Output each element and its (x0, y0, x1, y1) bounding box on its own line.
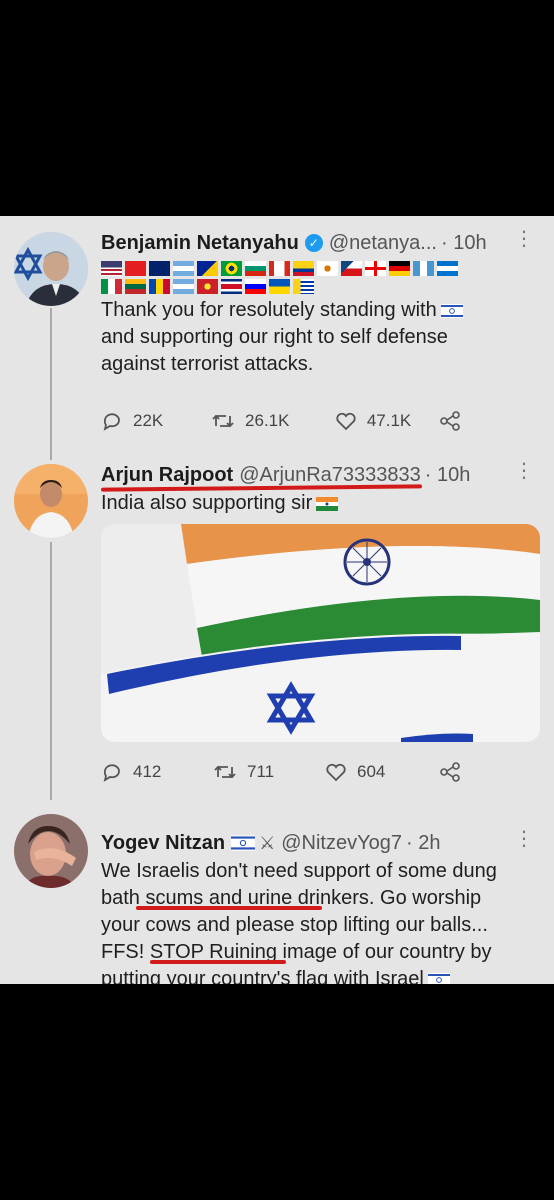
verified-icon: ✓ (304, 234, 323, 252)
avatar-photo (14, 814, 88, 888)
flag-emoji-mk (197, 279, 218, 294)
flags-row-1 (101, 261, 538, 276)
avatar[interactable] (14, 232, 88, 306)
reply-count: 22K (133, 411, 164, 430)
heart-icon (326, 763, 346, 782)
more-icon[interactable]: ⋮ (514, 460, 534, 482)
more-icon[interactable]: ⋮ (514, 228, 534, 250)
flags-row-2 (101, 279, 538, 294)
flag-emoji-ar (173, 279, 194, 294)
share-icon (440, 411, 460, 431)
tweet-media-image[interactable] (101, 524, 540, 742)
flag-emoji-us (101, 261, 122, 276)
like-button[interactable]: 47.1K (335, 410, 439, 432)
israel-flag-emoji (427, 972, 450, 984)
share-button[interactable] (439, 761, 471, 783)
like-count: 47.1K (366, 411, 412, 430)
flag-emoji-ge (365, 261, 386, 276)
tweet-text: We Israelis don't need support of some d… (101, 858, 538, 984)
tweet-header: Benjamin Netanyahu ✓ @netanya... · 10h (101, 228, 538, 258)
flag-emoji-md (149, 279, 170, 294)
tweet-actions: 412 711 604 (101, 758, 471, 786)
israel-flag-emoji (231, 835, 256, 851)
swords-icon: ⚔ (259, 833, 276, 853)
like-count: 604 (357, 762, 386, 781)
reply-icon (103, 413, 120, 431)
flag-emoji-au (149, 261, 170, 276)
flag-emoji-cr (221, 279, 242, 294)
india-israel-flags-image (101, 524, 540, 742)
flag-emoji-ca (269, 261, 290, 276)
tweet-header: Yogev Nitzan ⚔ @NitzevYog7 · 2h (101, 828, 538, 858)
thread-line (50, 308, 52, 460)
flag-emoji-lt (125, 279, 146, 294)
avatar[interactable] (14, 814, 88, 888)
reply-button[interactable]: 412 (101, 761, 213, 783)
tweet-arjun[interactable]: Arjun Rajpoot @ArjunRa73333833 · 10h ⋮ I… (0, 460, 554, 800)
user-handle[interactable]: @NitzevYog7 (281, 828, 402, 858)
israel-flag-emoji (440, 303, 463, 318)
like-button[interactable]: 604 (325, 761, 439, 783)
tweet-line: and supporting our right to self defense (101, 326, 448, 348)
tweet-text: Thank you for resolutely standing with a… (101, 297, 538, 378)
tweet-actions: 22K 26.1K 47.1K (101, 407, 471, 435)
avatar[interactable] (14, 464, 88, 538)
flag-emoji-br (221, 261, 242, 276)
share-button[interactable] (439, 410, 471, 432)
display-name[interactable]: Benjamin Netanyahu (101, 228, 299, 258)
retweet-count: 26.1K (245, 411, 290, 430)
retweet-count: 711 (247, 762, 275, 781)
flag-emoji-uy (293, 279, 314, 294)
more-icon[interactable]: ⋮ (514, 828, 534, 850)
flag-emoji-si (245, 279, 266, 294)
flag-emoji-al (125, 261, 146, 276)
flag-emoji-hn (437, 261, 458, 276)
retweet-icon (214, 765, 236, 779)
tweet-line: putting your country's flag with Israel (101, 968, 424, 984)
timestamp[interactable]: · 2h (406, 828, 440, 858)
thread-line (50, 542, 52, 800)
flag-emoji-co (293, 261, 314, 276)
flag-emoji-de (389, 261, 410, 276)
display-name[interactable]: Yogev Nitzan (101, 828, 225, 858)
reply-button[interactable]: 22K (101, 410, 211, 432)
tweet-line: against terrorist attacks. (101, 353, 314, 375)
flag-emoji-ar (173, 261, 194, 276)
reply-count: 412 (133, 762, 162, 781)
retweet-icon (212, 414, 234, 428)
flag-emoji-cy (317, 261, 338, 276)
avatar-photo (14, 232, 88, 306)
tweet-netanyahu[interactable]: Benjamin Netanyahu ✓ @netanya... · 10h ⋮… (0, 216, 554, 460)
timestamp[interactable]: · 10h (425, 460, 471, 490)
tweet-line: We Israelis don't need support of some d… (101, 860, 497, 882)
tweet-line: Thank you for resolutely standing with (101, 299, 437, 321)
heart-icon (336, 412, 356, 431)
timestamp[interactable]: · 10h (441, 228, 487, 258)
retweet-button[interactable]: 711 (213, 761, 325, 783)
flag-emoji-cz (341, 261, 362, 276)
retweet-button[interactable]: 26.1K (211, 410, 335, 432)
tweet-text: India also supporting sir (101, 490, 538, 517)
tweet-yogev[interactable]: Yogev Nitzan ⚔ @NitzevYog7 · 2h ⋮ We Isr… (0, 800, 554, 984)
flag-emoji-ba (197, 261, 218, 276)
flag-emoji-ua (269, 279, 290, 294)
india-flag-emoji (316, 496, 339, 511)
tweet-line: your cows and please stop lifting our ba… (101, 914, 488, 936)
red-underline-annotation (136, 906, 322, 910)
tweet-screenshot: Benjamin Netanyahu ✓ @netanya... · 10h ⋮… (0, 216, 554, 984)
tweet-line: India also supporting sir (101, 492, 313, 514)
share-icon (440, 762, 460, 782)
avatar-photo (14, 464, 88, 538)
red-underline-annotation (150, 960, 286, 964)
flag-emoji-it (101, 279, 122, 294)
flag-emoji-bg (245, 261, 266, 276)
reply-icon (103, 764, 120, 782)
user-handle[interactable]: @netanya... (329, 228, 437, 258)
flag-emoji-gt (413, 261, 434, 276)
